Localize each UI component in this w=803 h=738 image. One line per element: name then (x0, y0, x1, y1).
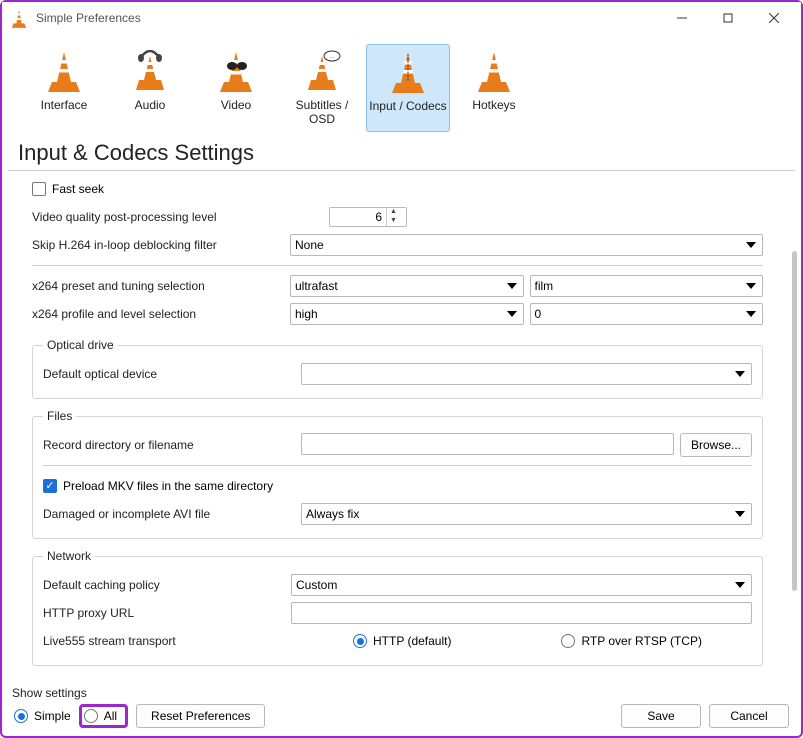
live555-http-radio[interactable] (353, 634, 367, 648)
live555-rtp-label: RTP over RTSP (TCP) (581, 634, 701, 648)
x264-level-select[interactable]: 0 (530, 303, 764, 325)
footer: Show settings Simple All Reset Preferenc… (10, 686, 793, 732)
category-toolbar: Interface Audio Video ... Subtitles / OS… (2, 34, 801, 132)
page-title: Input & Codecs Settings (8, 132, 795, 171)
record-dir-label: Record directory or filename (43, 438, 301, 452)
video-quality-spinner[interactable]: ▲▼ (329, 207, 407, 227)
spin-up-icon[interactable]: ▲ (387, 208, 400, 217)
category-video[interactable]: Video (194, 44, 278, 132)
fast-seek-label: Fast seek (52, 182, 104, 196)
maximize-button[interactable] (705, 3, 751, 33)
minimize-button[interactable] (659, 3, 705, 33)
files-legend: Files (43, 409, 76, 423)
show-settings-label: Show settings (10, 686, 793, 700)
category-subtitles[interactable]: ... Subtitles / OSD (280, 44, 364, 132)
files-group: Files Record directory or filename Brows… (32, 409, 763, 539)
video-quality-input[interactable] (330, 208, 386, 226)
separator (43, 465, 752, 466)
vlc-app-icon (10, 9, 28, 27)
browse-button[interactable]: Browse... (680, 433, 752, 457)
cone-icon (24, 48, 104, 96)
cone-glasses-icon (196, 48, 276, 96)
annotation-highlight: All (79, 704, 128, 728)
network-legend: Network (43, 549, 95, 563)
category-label: Audio (110, 98, 190, 112)
caching-label: Default caching policy (43, 578, 291, 592)
live555-label: Live555 stream transport (43, 634, 353, 648)
category-label: Hotkeys (454, 98, 534, 112)
x264-preset-select[interactable]: ultrafast (290, 275, 524, 297)
fast-seek-checkbox[interactable] (32, 182, 46, 196)
x264-preset-label: x264 preset and tuning selection (32, 279, 290, 293)
show-all-label: All (104, 709, 117, 723)
titlebar: Simple Preferences (2, 2, 801, 34)
optical-device-label: Default optical device (43, 367, 301, 381)
cone-headphones-icon (110, 48, 190, 96)
caching-select[interactable]: Custom (291, 574, 752, 596)
cone-speech-icon: ... (282, 48, 362, 96)
category-hotkeys[interactable]: Hotkeys (452, 44, 536, 132)
x264-profile-select[interactable]: high (290, 303, 524, 325)
preload-mkv-label: Preload MKV files in the same directory (63, 479, 273, 493)
video-quality-label: Video quality post-processing level (32, 210, 290, 224)
category-label: Interface (24, 98, 104, 112)
cancel-button[interactable]: Cancel (709, 704, 789, 728)
close-button[interactable] (751, 3, 797, 33)
content-scrollbar[interactable] (792, 251, 797, 591)
network-group: Network Default caching policy Custom HT… (32, 549, 763, 666)
category-label: Video (196, 98, 276, 112)
avi-label: Damaged or incomplete AVI file (43, 507, 301, 521)
avi-select[interactable]: Always fix (301, 503, 752, 525)
skip-h264-select[interactable]: None (290, 234, 763, 256)
category-label: Input / Codecs (369, 99, 447, 113)
live555-http-label: HTTP (default) (373, 634, 451, 648)
category-interface[interactable]: Interface (22, 44, 106, 132)
record-dir-input[interactable] (301, 433, 674, 455)
optical-device-select[interactable] (301, 363, 752, 385)
cone-icon (454, 48, 534, 96)
x264-tune-select[interactable]: film (530, 275, 764, 297)
show-all-radio[interactable] (84, 709, 98, 723)
settings-content: Fast seek Video quality post-processing … (2, 171, 785, 671)
show-simple-radio[interactable] (14, 709, 28, 723)
x264-profile-label: x264 profile and level selection (32, 307, 290, 321)
optical-drive-group: Optical drive Default optical device (32, 338, 763, 399)
window-title: Simple Preferences (36, 11, 659, 25)
skip-h264-label: Skip H.264 in-loop deblocking filter (32, 238, 290, 252)
proxy-label: HTTP proxy URL (43, 606, 291, 620)
svg-text:...: ... (330, 54, 334, 60)
separator (32, 265, 763, 266)
reset-preferences-button[interactable]: Reset Preferences (136, 704, 265, 728)
cone-zipper-icon (369, 49, 447, 97)
optical-drive-legend: Optical drive (43, 338, 118, 352)
category-label: Subtitles / OSD (282, 98, 362, 126)
category-input-codecs[interactable]: Input / Codecs (366, 44, 450, 132)
preload-mkv-checkbox[interactable] (43, 479, 57, 493)
category-audio[interactable]: Audio (108, 44, 192, 132)
proxy-input[interactable] (291, 602, 752, 624)
show-simple-label: Simple (34, 709, 71, 723)
save-button[interactable]: Save (621, 704, 701, 728)
spin-down-icon[interactable]: ▼ (387, 217, 400, 226)
live555-rtp-radio[interactable] (561, 634, 575, 648)
